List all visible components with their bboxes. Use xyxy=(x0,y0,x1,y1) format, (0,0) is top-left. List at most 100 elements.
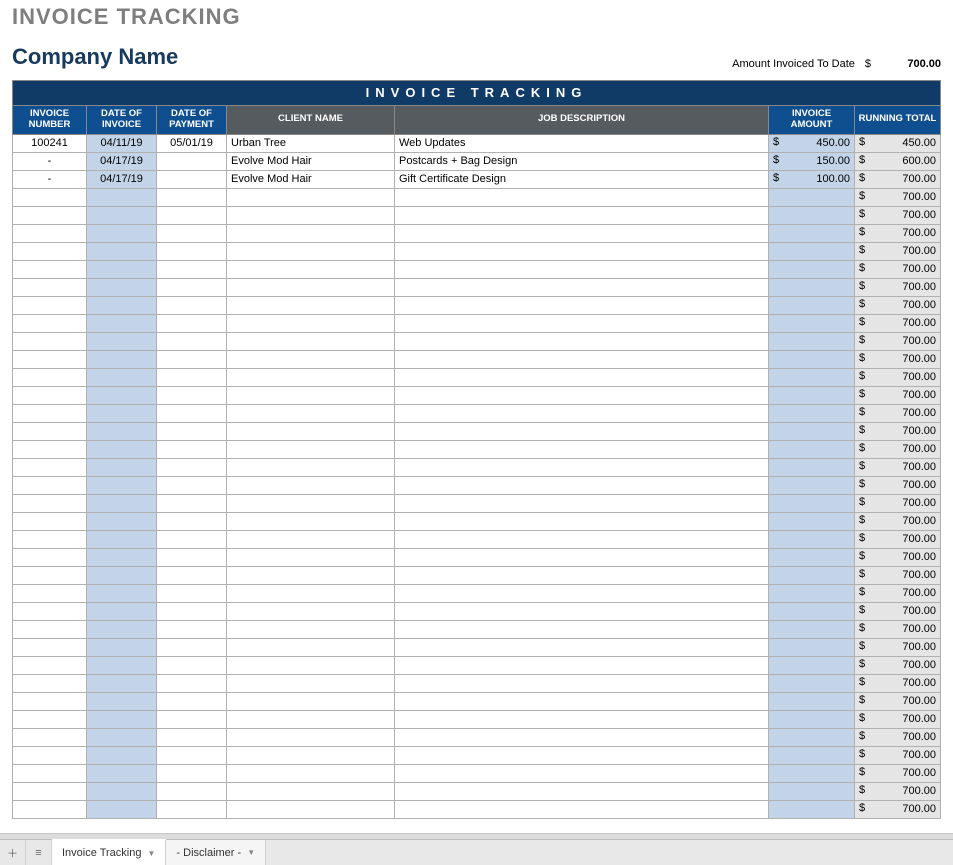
table-row[interactable]: -04/17/19Evolve Mod HairGift Certificate… xyxy=(13,170,941,188)
cell[interactable]: Evolve Mod Hair xyxy=(227,152,395,170)
cell[interactable] xyxy=(157,566,227,584)
cell[interactable] xyxy=(227,422,395,440)
cell-invoice-amount[interactable] xyxy=(769,584,855,602)
cell-invoice-amount[interactable] xyxy=(769,656,855,674)
cell-invoice-amount[interactable] xyxy=(769,242,855,260)
table-row[interactable]: $700.00 xyxy=(13,404,941,422)
cell[interactable] xyxy=(395,386,769,404)
cell[interactable] xyxy=(87,332,157,350)
cell-running-total[interactable]: $700.00 xyxy=(855,206,941,224)
cell[interactable] xyxy=(227,278,395,296)
cell[interactable] xyxy=(13,710,87,728)
cell[interactable] xyxy=(13,800,87,818)
cell[interactable] xyxy=(395,296,769,314)
cell-running-total[interactable]: $700.00 xyxy=(855,188,941,206)
cell[interactable] xyxy=(395,350,769,368)
cell-running-total[interactable]: $700.00 xyxy=(855,530,941,548)
table-row[interactable]: -04/17/19Evolve Mod HairPostcards + Bag … xyxy=(13,152,941,170)
cell[interactable] xyxy=(227,224,395,242)
cell-invoice-amount[interactable] xyxy=(769,260,855,278)
cell-running-total[interactable]: $700.00 xyxy=(855,782,941,800)
cell-running-total[interactable]: $700.00 xyxy=(855,764,941,782)
table-row[interactable]: $700.00 xyxy=(13,602,941,620)
table-row[interactable]: $700.00 xyxy=(13,782,941,800)
cell-invoice-amount[interactable] xyxy=(769,602,855,620)
cell[interactable] xyxy=(227,674,395,692)
table-row[interactable]: $700.00 xyxy=(13,728,941,746)
cell[interactable] xyxy=(157,584,227,602)
table-row[interactable]: $700.00 xyxy=(13,260,941,278)
table-row[interactable]: $700.00 xyxy=(13,746,941,764)
cell[interactable]: Web Updates xyxy=(395,134,769,152)
cell[interactable] xyxy=(13,422,87,440)
cell[interactable] xyxy=(157,800,227,818)
cell[interactable] xyxy=(13,332,87,350)
cell-running-total[interactable]: $700.00 xyxy=(855,314,941,332)
col-client-name[interactable]: CLIENT NAME xyxy=(227,106,395,135)
cell-running-total[interactable]: $700.00 xyxy=(855,566,941,584)
cell[interactable] xyxy=(395,746,769,764)
cell[interactable]: 04/17/19 xyxy=(87,152,157,170)
cell-running-total[interactable]: $700.00 xyxy=(855,386,941,404)
cell[interactable] xyxy=(87,224,157,242)
all-sheets-button[interactable]: ≡ xyxy=(26,840,52,865)
cell[interactable] xyxy=(157,314,227,332)
table-row[interactable]: $700.00 xyxy=(13,332,941,350)
cell[interactable] xyxy=(13,566,87,584)
cell[interactable] xyxy=(13,296,87,314)
cell-invoice-amount[interactable] xyxy=(769,476,855,494)
cell[interactable] xyxy=(227,548,395,566)
cell[interactable] xyxy=(395,332,769,350)
cell[interactable] xyxy=(87,710,157,728)
cell[interactable] xyxy=(87,458,157,476)
cell[interactable] xyxy=(227,476,395,494)
cell[interactable] xyxy=(87,602,157,620)
cell[interactable] xyxy=(157,260,227,278)
cell[interactable] xyxy=(87,746,157,764)
cell[interactable] xyxy=(395,728,769,746)
cell-invoice-amount[interactable] xyxy=(769,494,855,512)
col-job-description[interactable]: JOB DESCRIPTION xyxy=(395,106,769,135)
cell-invoice-amount[interactable] xyxy=(769,206,855,224)
cell[interactable] xyxy=(395,188,769,206)
cell-invoice-amount[interactable] xyxy=(769,188,855,206)
cell[interactable] xyxy=(13,314,87,332)
cell[interactable]: Gift Certificate Design xyxy=(395,170,769,188)
table-row[interactable]: $700.00 xyxy=(13,638,941,656)
table-row[interactable]: $700.00 xyxy=(13,224,941,242)
cell-invoice-amount[interactable]: $450.00 xyxy=(769,134,855,152)
cell[interactable] xyxy=(227,746,395,764)
cell-invoice-amount[interactable] xyxy=(769,458,855,476)
cell[interactable] xyxy=(87,314,157,332)
table-row[interactable]: $700.00 xyxy=(13,656,941,674)
table-row[interactable]: $700.00 xyxy=(13,188,941,206)
cell[interactable] xyxy=(13,548,87,566)
cell-invoice-amount[interactable]: $150.00 xyxy=(769,152,855,170)
cell[interactable] xyxy=(395,692,769,710)
cell[interactable] xyxy=(87,386,157,404)
cell[interactable] xyxy=(157,656,227,674)
cell[interactable] xyxy=(227,656,395,674)
col-invoice-amount[interactable]: INVOICE AMOUNT xyxy=(769,106,855,135)
table-row[interactable]: $700.00 xyxy=(13,206,941,224)
cell[interactable] xyxy=(157,692,227,710)
cell-running-total[interactable]: $700.00 xyxy=(855,728,941,746)
cell[interactable]: 04/11/19 xyxy=(87,134,157,152)
cell[interactable] xyxy=(13,188,87,206)
cell[interactable] xyxy=(13,728,87,746)
cell[interactable] xyxy=(227,782,395,800)
cell-running-total[interactable]: $700.00 xyxy=(855,368,941,386)
cell[interactable] xyxy=(157,764,227,782)
cell-running-total[interactable]: $700.00 xyxy=(855,674,941,692)
cell-invoice-amount[interactable] xyxy=(769,728,855,746)
cell-invoice-amount[interactable] xyxy=(769,620,855,638)
cell[interactable]: 05/01/19 xyxy=(157,134,227,152)
cell[interactable] xyxy=(157,620,227,638)
cell-invoice-amount[interactable] xyxy=(769,224,855,242)
cell[interactable] xyxy=(13,224,87,242)
cell[interactable] xyxy=(227,512,395,530)
cell[interactable] xyxy=(13,530,87,548)
cell[interactable]: Postcards + Bag Design xyxy=(395,152,769,170)
cell[interactable] xyxy=(157,404,227,422)
cell[interactable] xyxy=(157,746,227,764)
